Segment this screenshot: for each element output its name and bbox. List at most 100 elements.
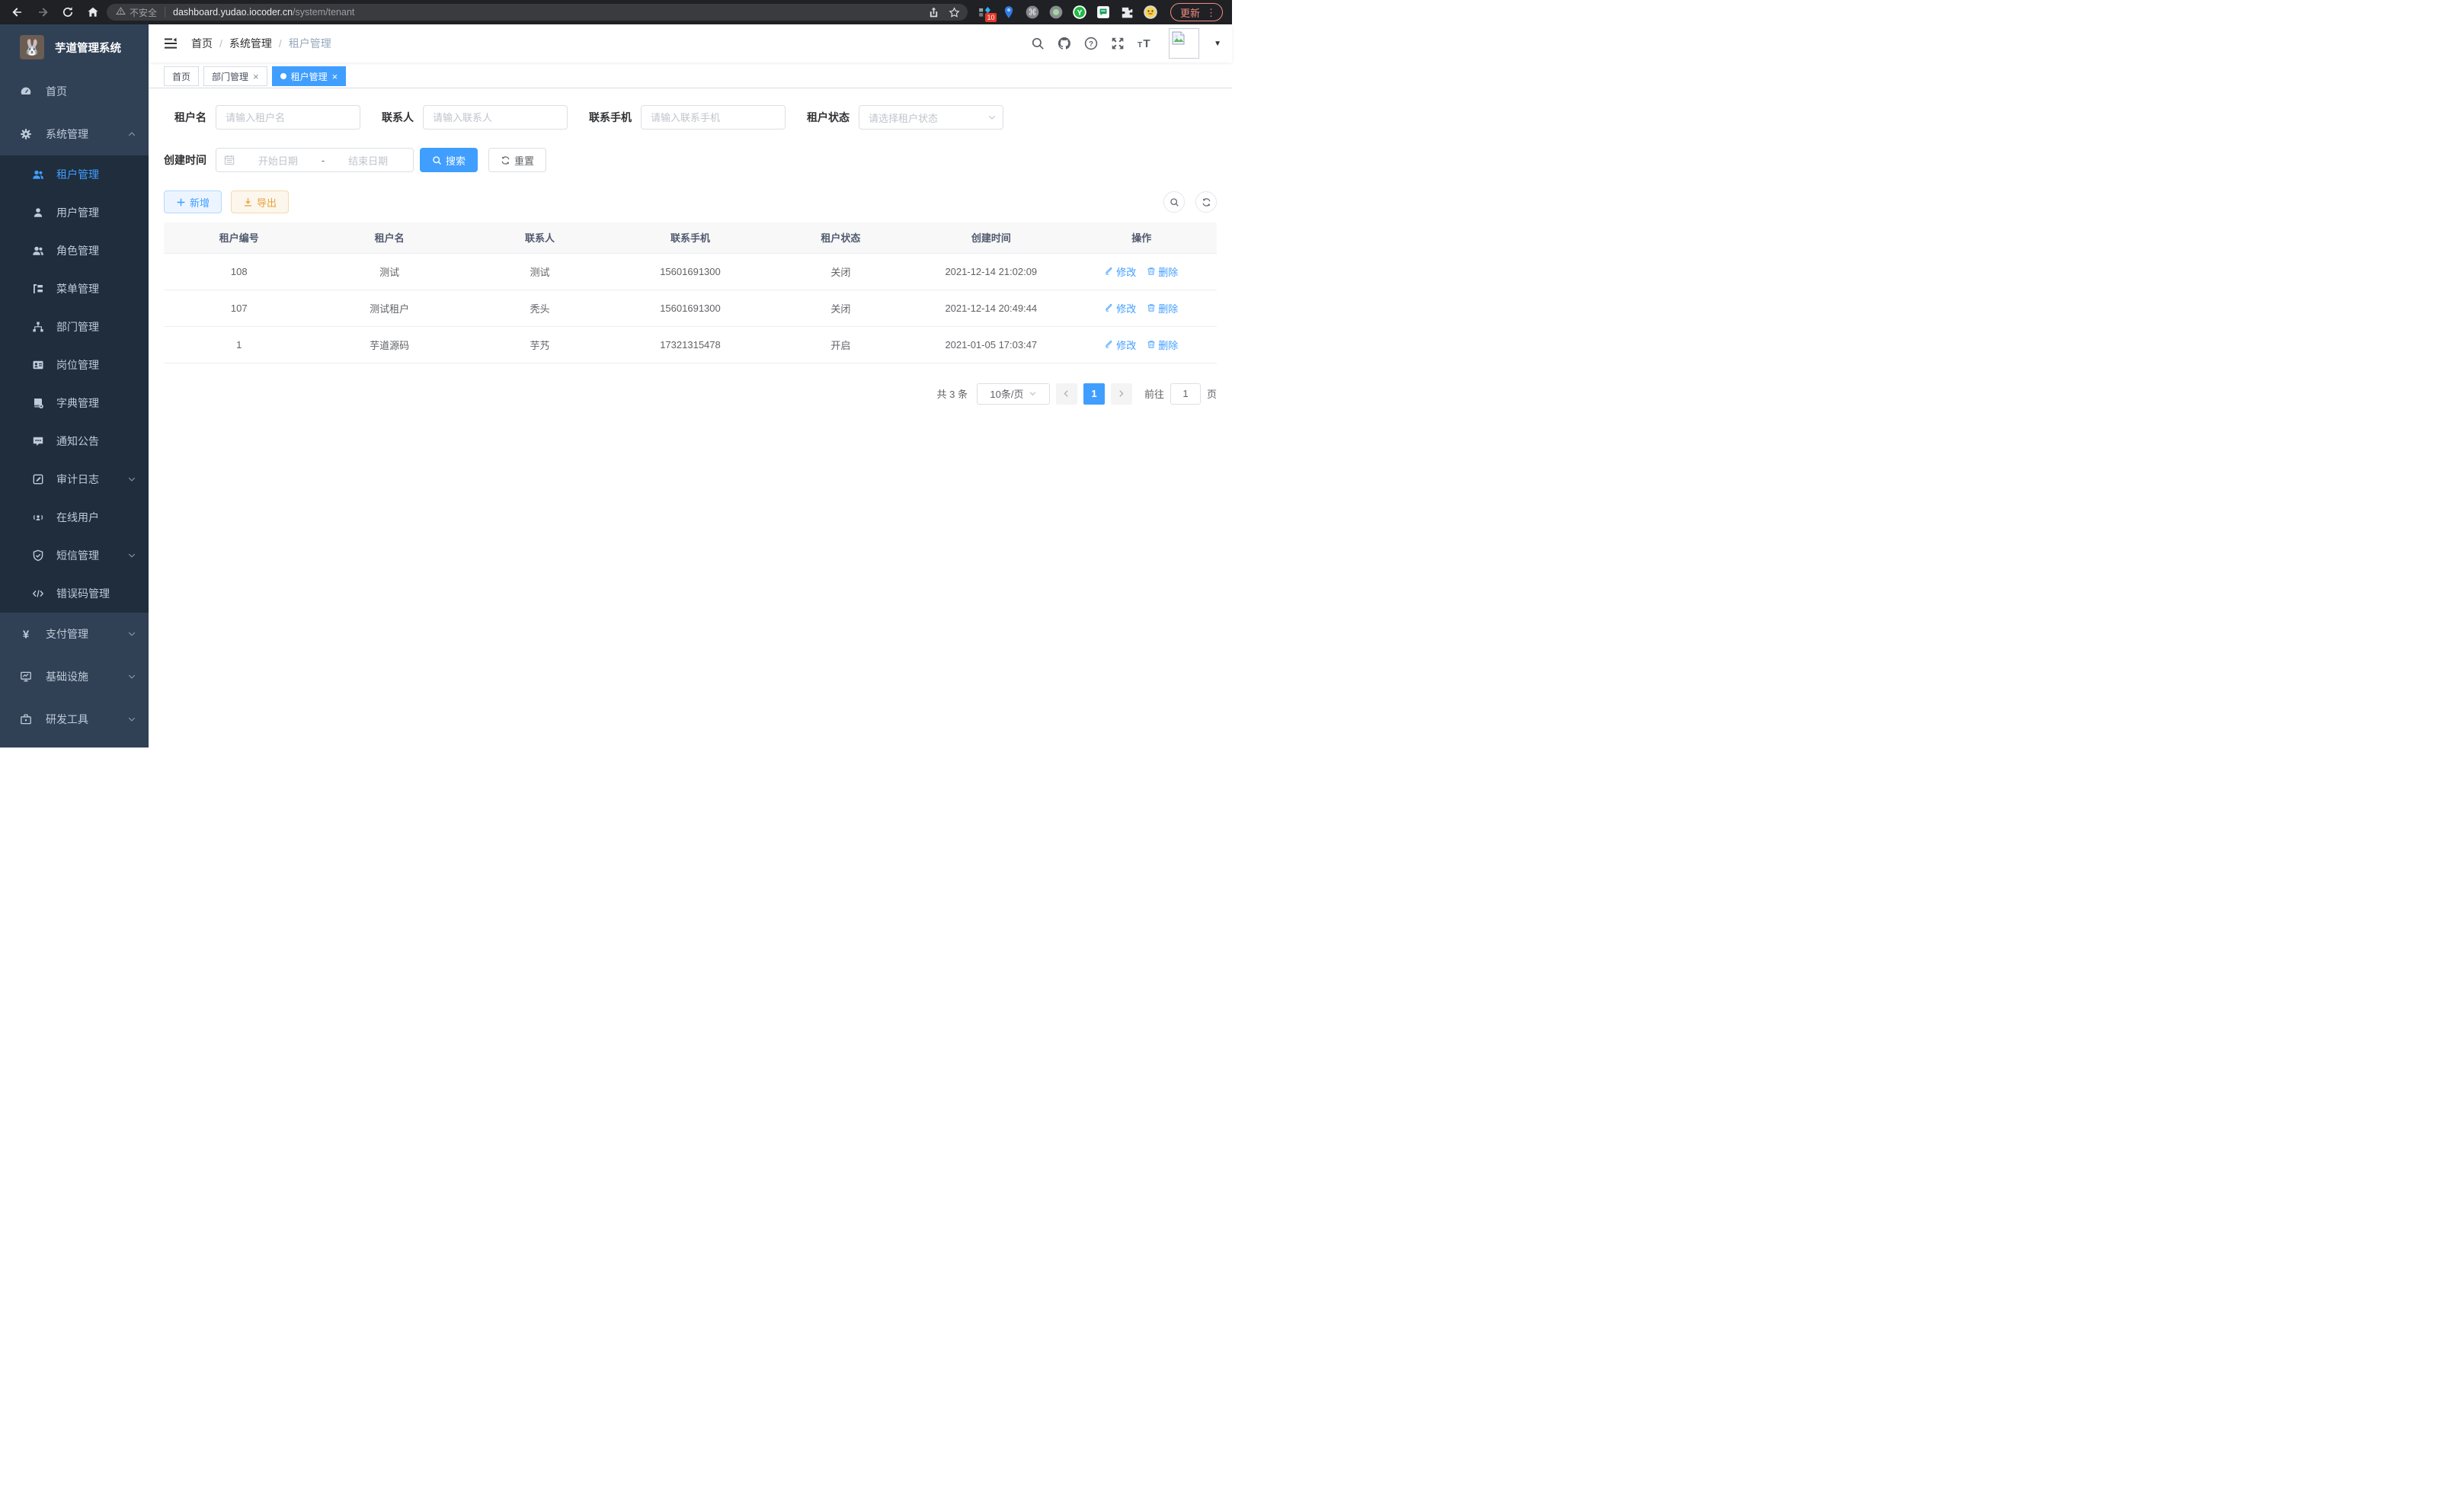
- github-icon[interactable]: [1058, 37, 1071, 50]
- security-chip[interactable]: 不安全: [116, 6, 157, 19]
- url-text: dashboard.yudao.iocoder.cn/system/tenant: [173, 7, 928, 18]
- close-icon[interactable]: ×: [253, 72, 259, 82]
- prev-page-button[interactable]: [1056, 383, 1077, 405]
- trash-icon: [1147, 267, 1156, 276]
- sidebar-item-基础设施[interactable]: 基础设施: [0, 655, 149, 698]
- avatar-caret-icon[interactable]: ▼: [1214, 40, 1221, 48]
- browser-home-icon[interactable]: [83, 2, 103, 22]
- column-header-联系手机: 联系手机: [615, 222, 765, 253]
- sidebar-item-在线用户[interactable]: 在线用户: [0, 498, 149, 536]
- next-page-button[interactable]: [1111, 383, 1132, 405]
- sidebar-item-通知公告[interactable]: 通知公告: [0, 422, 149, 460]
- sidebar-item-短信管理[interactable]: 短信管理: [0, 536, 149, 575]
- top-navbar: 首页/系统管理/租户管理 ? TT ▼: [149, 24, 1232, 62]
- delete-link[interactable]: 删除: [1147, 301, 1178, 315]
- page-size-select[interactable]: 10条/页: [977, 383, 1050, 405]
- close-icon[interactable]: ×: [332, 72, 338, 82]
- circle-extension-icon[interactable]: [1048, 5, 1064, 20]
- fullscreen-icon[interactable]: [1111, 37, 1125, 50]
- post-badge-icon: [32, 359, 44, 371]
- profile-avatar-icon[interactable]: [1143, 5, 1158, 20]
- edit-link[interactable]: 修改: [1105, 338, 1136, 352]
- search-button[interactable]: 搜索: [420, 148, 478, 172]
- chevron-up-icon: [127, 130, 136, 139]
- sidebar-item-菜单管理[interactable]: 菜单管理: [0, 270, 149, 308]
- calendar-icon: [224, 155, 235, 165]
- search-icon[interactable]: [1031, 37, 1045, 50]
- sidebar-item-租户管理[interactable]: 租户管理: [0, 155, 149, 194]
- refresh-icon: [501, 155, 510, 165]
- sidebar-item-岗位管理[interactable]: 岗位管理: [0, 346, 149, 384]
- sidebar-item-label: 菜单管理: [56, 281, 136, 296]
- sidebar-item-用户管理[interactable]: 用户管理: [0, 194, 149, 232]
- sidebar-item-研发工具[interactable]: 研发工具: [0, 698, 149, 741]
- sidebar-item-label: 通知公告: [56, 434, 136, 449]
- status-select[interactable]: 请选择租户状态: [859, 105, 1003, 130]
- sidebar-item-角色管理[interactable]: 角色管理: [0, 232, 149, 270]
- refresh-table-button[interactable]: [1195, 191, 1217, 213]
- sidebar-item-系统管理[interactable]: 系统管理: [0, 113, 149, 155]
- tenant-name-input[interactable]: [216, 105, 360, 130]
- contact-label: 联系人: [382, 110, 414, 125]
- map-pin-extension-icon[interactable]: [1001, 5, 1016, 20]
- browser-reload-icon[interactable]: [58, 2, 78, 22]
- roles-users-icon: [32, 245, 44, 257]
- edit-link[interactable]: 修改: [1105, 264, 1136, 279]
- breadcrumb-item[interactable]: 首页: [191, 36, 213, 51]
- add-button[interactable]: 新增: [164, 190, 222, 213]
- sidebar-item-首页[interactable]: 首页: [0, 70, 149, 113]
- date-range-picker[interactable]: 开始日期 - 结束日期: [216, 148, 414, 172]
- delete-link[interactable]: 删除: [1147, 264, 1178, 279]
- goto-page-input[interactable]: [1170, 383, 1201, 405]
- cell-created: 2021-01-05 17:03:47: [916, 326, 1066, 363]
- share-icon[interactable]: [928, 7, 939, 18]
- tab-label: 部门管理: [212, 70, 248, 83]
- page-unit-label: 页: [1207, 386, 1217, 401]
- sidebar-item-字典管理[interactable]: 字典管理: [0, 384, 149, 422]
- toggle-search-button[interactable]: [1163, 191, 1185, 213]
- cell-created: 2021-12-14 20:49:44: [916, 290, 1066, 326]
- y-logo-extension-icon[interactable]: Y: [1072, 5, 1087, 20]
- chevron-down-icon: [127, 672, 136, 681]
- edit-link[interactable]: 修改: [1105, 301, 1136, 315]
- address-bar[interactable]: 不安全 dashboard.yudao.iocoder.cn/system/te…: [107, 4, 968, 21]
- font-size-icon[interactable]: TT: [1138, 37, 1151, 50]
- sidebar-item-部门管理[interactable]: 部门管理: [0, 308, 149, 346]
- user-avatar[interactable]: [1169, 28, 1199, 59]
- create-time-label: 创建时间: [164, 152, 206, 168]
- sidebar-fold-icon[interactable]: [164, 37, 178, 50]
- command-extension-icon[interactable]: ⌘: [1025, 5, 1040, 20]
- notice-icon: [32, 435, 44, 447]
- sidebar-logo[interactable]: 🐰 芋道管理系统: [0, 24, 149, 70]
- browser-forward-icon[interactable]: [33, 2, 53, 22]
- puzzle-extensions-icon[interactable]: [1119, 5, 1134, 20]
- reset-button[interactable]: 重置: [488, 148, 546, 172]
- tab-首页[interactable]: 首页: [164, 66, 199, 86]
- help-icon[interactable]: ?: [1084, 37, 1098, 50]
- bookmark-star-icon[interactable]: [949, 7, 960, 18]
- page-number-button[interactable]: 1: [1083, 383, 1105, 405]
- table-row: 107测试租户秃头15601691300关闭2021-12-14 20:49:4…: [164, 290, 1217, 326]
- cell-id: 107: [164, 290, 314, 326]
- contact-input[interactable]: [423, 105, 568, 130]
- phone-input[interactable]: [641, 105, 786, 130]
- browser-menu-icon[interactable]: ⋮: [1206, 8, 1216, 18]
- chat-extension-icon[interactable]: [1096, 5, 1111, 20]
- browser-back-icon[interactable]: [8, 2, 27, 22]
- sidebar-item-支付管理[interactable]: ¥支付管理: [0, 613, 149, 655]
- export-button[interactable]: 导出: [231, 190, 289, 213]
- cell-name: 芋道源码: [314, 326, 464, 363]
- breadcrumb-item: 租户管理: [289, 36, 331, 51]
- browser-update-button[interactable]: 更新 ⋮: [1170, 3, 1223, 21]
- online-user-icon: [32, 511, 44, 523]
- cell-status: 开启: [766, 326, 916, 363]
- tab-部门管理[interactable]: 部门管理 ×: [203, 66, 267, 86]
- gear-icon: [20, 128, 32, 140]
- breadcrumb-item[interactable]: 系统管理: [229, 36, 272, 51]
- sidebar-item-审计日志[interactable]: 审计日志: [0, 460, 149, 498]
- org-chart-icon: [32, 321, 44, 333]
- extension-grid-icon[interactable]: 10: [978, 5, 993, 20]
- delete-link[interactable]: 删除: [1147, 338, 1178, 352]
- tab-租户管理[interactable]: 租户管理×: [272, 66, 347, 86]
- sidebar-item-错误码管理[interactable]: 错误码管理: [0, 575, 149, 613]
